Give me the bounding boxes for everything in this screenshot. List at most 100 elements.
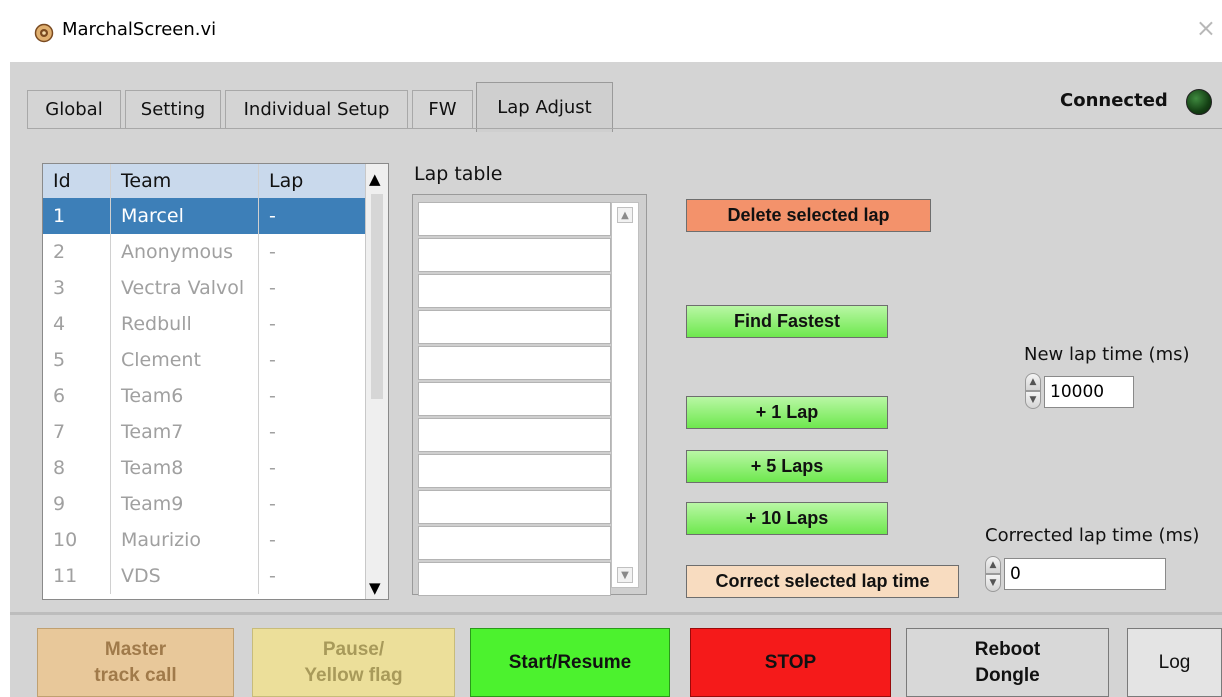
lap-cell[interactable]: [418, 202, 611, 236]
tab-setting[interactable]: Setting: [125, 90, 221, 128]
lap-cell[interactable]: [418, 418, 611, 452]
button-label-line: track call: [94, 664, 177, 686]
reboot-dongle-button[interactable]: Reboot Dongle: [906, 628, 1109, 697]
table-row[interactable]: 5 Clement -: [43, 342, 365, 378]
start-resume-button[interactable]: Start/Resume: [470, 628, 670, 697]
lap-cell[interactable]: [418, 382, 611, 416]
row-id: 7: [53, 421, 66, 443]
title-bar: MarchalScreen.vi ×: [0, 0, 1222, 62]
table-row[interactable]: 4 Redbull -: [43, 306, 365, 342]
table-row[interactable]: 7 Team7 -: [43, 414, 365, 450]
lap-table-scrollbar[interactable]: ▲ ▼: [611, 202, 639, 588]
scroll-down-arrow-icon[interactable]: ▼: [617, 567, 633, 583]
button-label-line: Pause/: [322, 638, 385, 660]
team-table-scrollbar[interactable]: ▲ ▼: [365, 164, 388, 599]
lap-table[interactable]: ▲ ▼: [412, 194, 647, 598]
button-label: Reboot Dongle: [975, 637, 1040, 688]
row-lap: -: [258, 342, 365, 378]
master-track-call-button[interactable]: Master track call: [37, 628, 234, 697]
window-title: MarchalScreen.vi: [62, 19, 217, 40]
find-fastest-button[interactable]: Find Fastest: [686, 305, 888, 338]
row-lap: -: [258, 270, 365, 306]
scroll-up-arrow-icon[interactable]: ▲: [369, 170, 381, 188]
lap-cell[interactable]: [418, 562, 611, 596]
tab-label: Individual Setup: [243, 99, 390, 120]
row-id: 4: [53, 313, 66, 335]
row-id: 8: [53, 457, 66, 479]
button-label: Master track call: [94, 637, 176, 688]
scrollbar-thumb[interactable]: [371, 194, 383, 399]
row-id: 9: [53, 493, 66, 515]
button-label-line: Reboot: [974, 638, 1041, 660]
connection-status-label: Connected: [1060, 90, 1168, 111]
scroll-up-arrow-icon[interactable]: ▲: [617, 207, 633, 223]
table-row[interactable]: 3 Vectra Valvol -: [43, 270, 365, 306]
team-table-header: Id Team Lap: [43, 164, 365, 198]
row-team: Team6: [110, 378, 258, 414]
row-team: Team9: [110, 486, 258, 522]
increment-arrow-icon[interactable]: ▲: [1025, 373, 1041, 391]
table-row[interactable]: 6 Team6 -: [43, 378, 365, 414]
increment-arrow-icon[interactable]: ▲: [985, 556, 1001, 574]
row-id: 10: [53, 529, 78, 551]
delete-selected-lap-button[interactable]: Delete selected lap: [686, 199, 931, 232]
corrected-lap-time-spinner[interactable]: ▲ ▼: [985, 556, 1001, 592]
lap-cell[interactable]: [418, 310, 611, 344]
log-button[interactable]: Log: [1127, 628, 1222, 697]
row-lap: -: [258, 306, 365, 342]
row-lap: -: [258, 558, 365, 594]
lap-table-cells: [418, 202, 611, 598]
stop-button[interactable]: STOP: [690, 628, 891, 697]
plus-1-lap-button[interactable]: + 1 Lap: [686, 396, 888, 429]
column-header-id: Id: [53, 170, 71, 192]
row-id: 2: [53, 241, 66, 263]
tab-lap-adjust[interactable]: Lap Adjust: [476, 82, 613, 132]
close-icon[interactable]: ×: [1196, 16, 1216, 40]
lap-cell[interactable]: [418, 274, 611, 308]
column-header-lap: Lap: [258, 164, 365, 198]
row-lap: -: [258, 486, 365, 522]
decrement-arrow-icon[interactable]: ▼: [985, 574, 1001, 592]
pause-yellow-flag-button[interactable]: Pause/Yellow flag: [252, 628, 455, 697]
row-team: Team8: [110, 450, 258, 486]
lap-cell[interactable]: [418, 346, 611, 380]
table-row[interactable]: 1 Marcel -: [43, 198, 365, 234]
row-team: Anonymous: [110, 234, 258, 270]
scroll-down-arrow-icon[interactable]: ▼: [369, 579, 381, 597]
table-row[interactable]: 11 VDS -: [43, 558, 365, 594]
table-row[interactable]: 2 Anonymous -: [43, 234, 365, 270]
lap-cell[interactable]: [418, 526, 611, 560]
lap-table-title: Lap table: [414, 163, 503, 185]
lap-cell[interactable]: [418, 490, 611, 524]
lap-cell[interactable]: [418, 454, 611, 488]
table-row[interactable]: 10 Maurizio -: [43, 522, 365, 558]
correct-selected-lap-time-button[interactable]: Correct selected lap time: [686, 565, 959, 598]
new-lap-time-input[interactable]: 10000: [1044, 376, 1134, 408]
bottom-separator: [10, 612, 1222, 615]
plus-10-laps-button[interactable]: + 10 Laps: [686, 502, 888, 535]
tab-fw[interactable]: FW: [412, 90, 473, 128]
lap-cell[interactable]: [418, 238, 611, 272]
row-team: Team7: [110, 414, 258, 450]
tab-individual-setup[interactable]: Individual Setup: [225, 90, 408, 128]
row-lap: -: [258, 450, 365, 486]
plus-5-laps-button[interactable]: + 5 Laps: [686, 450, 888, 483]
row-lap: -: [258, 378, 365, 414]
team-table[interactable]: Id Team Lap 1 Marcel - 2 Anonymous - 3 V…: [42, 163, 389, 600]
tab-global[interactable]: Global: [27, 90, 121, 128]
button-label: Pause/Yellow flag: [304, 637, 402, 688]
row-id: 1: [53, 205, 66, 227]
table-row[interactable]: 9 Team9 -: [43, 486, 365, 522]
row-id: 11: [53, 565, 78, 587]
row-id: 5: [53, 349, 66, 371]
decrement-arrow-icon[interactable]: ▼: [1025, 391, 1041, 409]
connection-led-icon: [1186, 89, 1212, 115]
labview-app-icon: [34, 23, 54, 43]
tab-label: FW: [428, 99, 457, 120]
tab-label: Setting: [140, 99, 206, 120]
table-row[interactable]: 8 Team8 -: [43, 450, 365, 486]
tab-label: Global: [45, 99, 103, 120]
button-label-line: Yellow flag: [304, 664, 403, 686]
new-lap-time-spinner[interactable]: ▲ ▼: [1025, 373, 1041, 409]
corrected-lap-time-input[interactable]: 0: [1004, 558, 1166, 590]
